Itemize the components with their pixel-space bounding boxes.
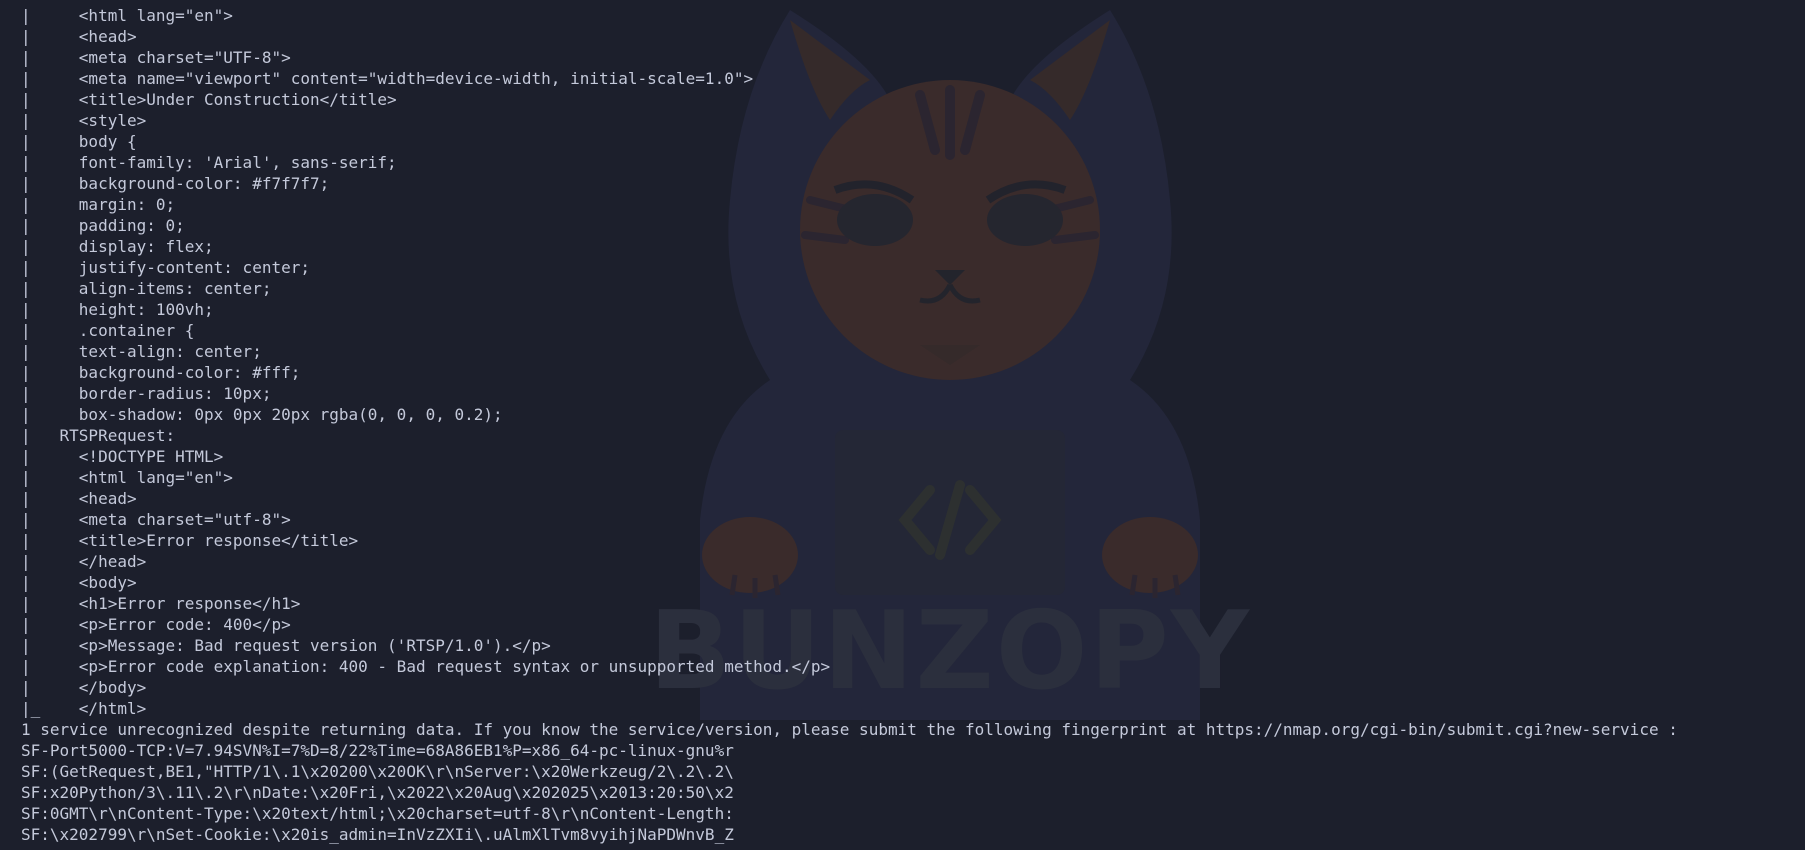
terminal-line: | <meta charset="utf-8"> — [21, 510, 291, 529]
terminal-line: | <style> — [21, 111, 147, 130]
terminal-line: | <meta charset="UTF-8"> — [21, 48, 291, 67]
terminal-line: | <meta name="viewport" content="width=d… — [21, 69, 754, 88]
terminal-line: | </head> — [21, 552, 147, 571]
terminal-line: | .container { — [21, 321, 195, 340]
terminal-line: | <p>Message: Bad request version ('RTSP… — [21, 636, 551, 655]
terminal-line: | font-family: 'Arial', sans-serif; — [21, 153, 397, 172]
terminal-line: | <!DOCTYPE HTML> — [21, 447, 224, 466]
terminal-line: | <p>Error code explanation: 400 - Bad r… — [21, 657, 831, 676]
terminal-line: | background-color: #fff; — [21, 363, 301, 382]
terminal-line: | padding: 0; — [21, 216, 185, 235]
terminal-line: | box-shadow: 0px 0px 20px rgba(0, 0, 0,… — [21, 405, 503, 424]
terminal-line: | body { — [21, 132, 137, 151]
terminal-line: SF:0GMT\r\nContent-Type:\x20text/html;\x… — [21, 804, 734, 823]
terminal-line: | border-radius: 10px; — [21, 384, 272, 403]
terminal-line: | <head> — [21, 27, 137, 46]
terminal-line: | background-color: #f7f7f7; — [21, 174, 330, 193]
terminal-line: | <head> — [21, 489, 137, 508]
terminal-line: | <body> — [21, 573, 137, 592]
terminal-line: | height: 100vh; — [21, 300, 214, 319]
terminal-line: SF:(GetRequest,BE1,"HTTP/1\.1\x20200\x20… — [21, 762, 734, 781]
terminal-line: SF:\x202799\r\nSet-Cookie:\x20is_admin=I… — [21, 825, 734, 844]
terminal-line: | <html lang="en"> — [21, 6, 233, 25]
terminal-line: | <p>Error code: 400</p> — [21, 615, 291, 634]
terminal-line: SF-Port5000-TCP:V=7.94SVN%I=7%D=8/22%Tim… — [21, 741, 734, 760]
terminal-line: | </body> — [21, 678, 147, 697]
terminal-line: | <html lang="en"> — [21, 468, 233, 487]
terminal-window[interactable]: BUNZOPY | <html lang="en"> | <head> | <met… — [0, 0, 1805, 850]
terminal-line: | text-align: center; — [21, 342, 262, 361]
terminal-line: | <title>Error response</title> — [21, 531, 359, 550]
terminal-line: | <title>Under Construction</title> — [21, 90, 397, 109]
terminal-line: 1 service unrecognized despite returning… — [21, 720, 1678, 739]
terminal-line: | margin: 0; — [21, 195, 176, 214]
terminal-line: | justify-content: center; — [21, 258, 310, 277]
terminal-line: SF:x20Python/3\.11\.2\r\nDate:\x20Fri,\x… — [21, 783, 734, 802]
terminal-line: | RTSPRequest: — [21, 426, 176, 445]
terminal-line: | align-items: center; — [21, 279, 272, 298]
terminal-line: | <h1>Error response</h1> — [21, 594, 301, 613]
terminal-line: |_ </html> — [21, 699, 147, 718]
terminal-line: | display: flex; — [21, 237, 214, 256]
terminal-output[interactable]: | <html lang="en"> | <head> | <meta charse… — [21, 5, 1805, 845]
